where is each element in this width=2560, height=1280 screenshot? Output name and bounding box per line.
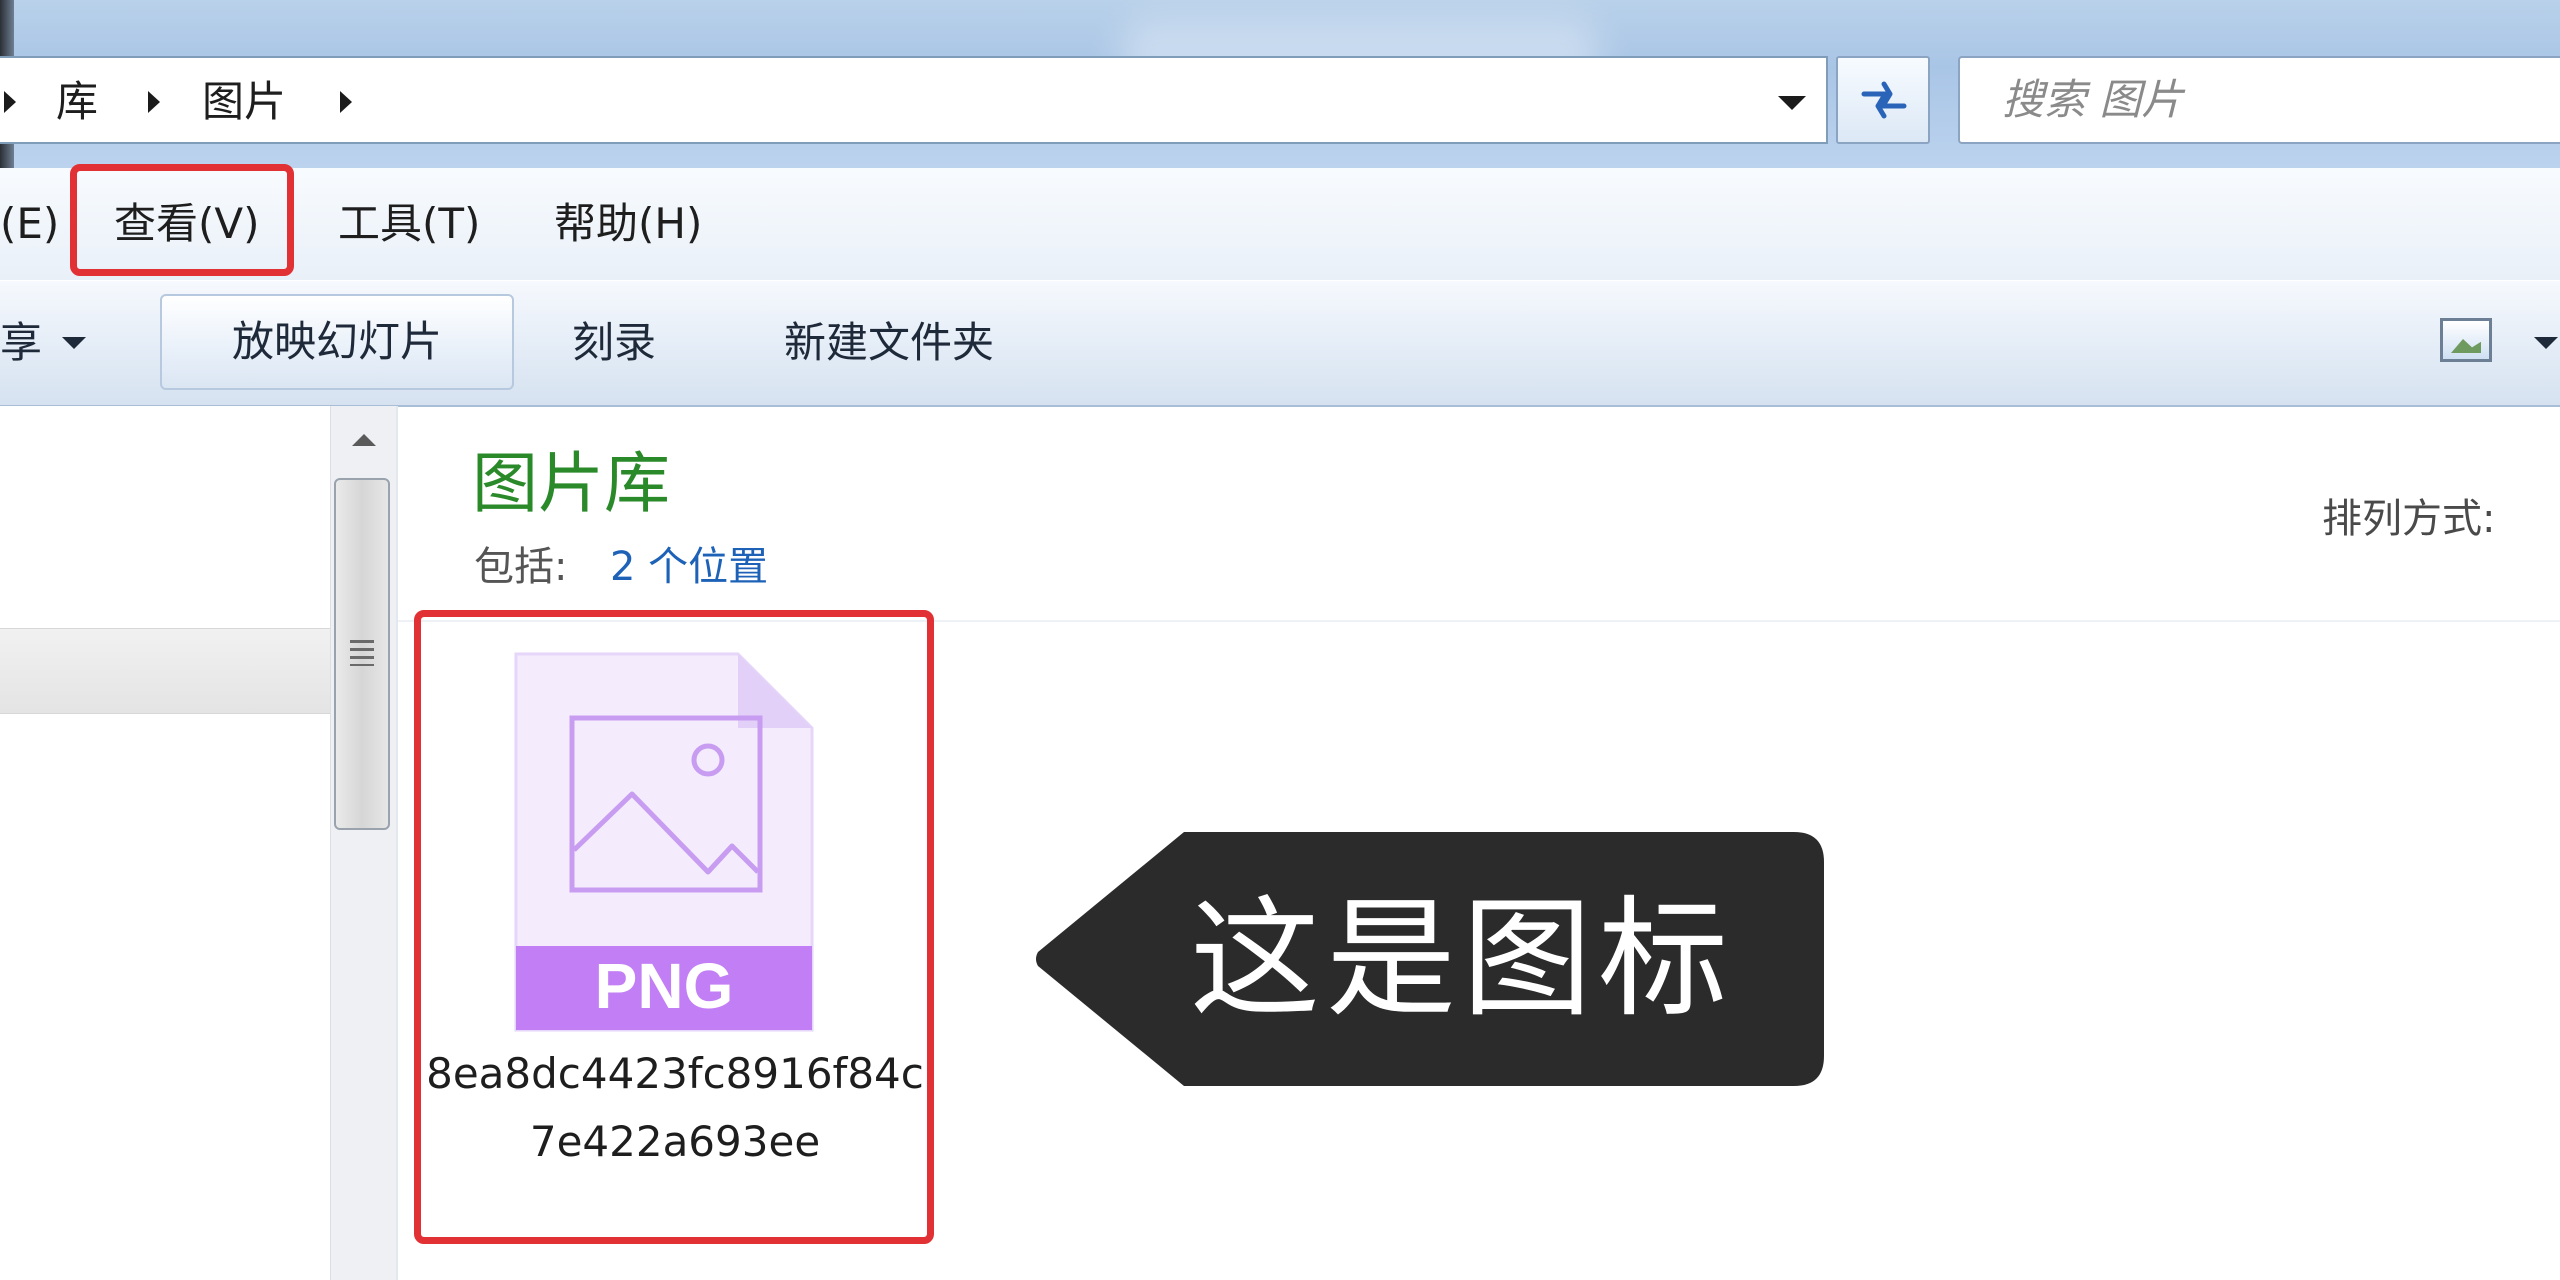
breadcrumb-library[interactable]: 库 <box>56 58 98 146</box>
burn-button[interactable]: 刻录 <box>572 281 656 405</box>
callout-text: 这是图标 <box>1190 883 1735 1035</box>
address-dropdown-icon[interactable] <box>1778 96 1806 110</box>
share-button[interactable]: 享 <box>0 281 42 405</box>
nav-selected-item[interactable] <box>0 628 330 714</box>
breadcrumb-separator-icon[interactable] <box>340 91 352 113</box>
view-menu-highlight <box>70 164 294 276</box>
share-dropdown-icon[interactable] <box>62 337 86 349</box>
library-locations-link[interactable]: 2 个位置 <box>610 534 768 592</box>
menu-tools[interactable]: 工具(T) <box>338 168 480 280</box>
scrollbar-grip-icon <box>350 640 374 666</box>
library-title: 图片库 <box>472 445 670 522</box>
library-include-label: 包括: <box>474 544 568 590</box>
search-input[interactable]: 搜索 图片 <box>1958 56 2560 144</box>
navigation-pane <box>0 406 330 1280</box>
arrange-by-label[interactable]: 排列方式: <box>2322 486 2495 544</box>
refresh-button[interactable] <box>1836 56 1930 144</box>
search-placeholder: 搜索 图片 <box>2002 75 2184 124</box>
menu-bar: (E) 查看(V) 工具(T) 帮助(H) <box>0 168 2560 281</box>
menu-edit[interactable]: (E) <box>0 168 59 280</box>
refresh-icon <box>1861 81 1907 119</box>
address-bar[interactable]: 库 图片 <box>0 56 1828 144</box>
menu-help[interactable]: 帮助(H) <box>554 168 702 280</box>
slideshow-button[interactable]: 放映幻灯片 <box>160 294 514 390</box>
scroll-up-arrow-icon[interactable] <box>352 434 376 446</box>
breadcrumb-pictures[interactable]: 图片 <box>202 58 286 146</box>
view-options-dropdown-icon[interactable] <box>2534 337 2558 349</box>
new-folder-button[interactable]: 新建文件夹 <box>784 281 994 405</box>
pane-divider[interactable] <box>396 406 398 1280</box>
breadcrumb-separator-icon[interactable] <box>4 91 16 113</box>
file-item-highlight <box>414 610 934 1244</box>
breadcrumb-separator-icon[interactable] <box>148 91 160 113</box>
change-view-icon[interactable] <box>2440 318 2492 362</box>
